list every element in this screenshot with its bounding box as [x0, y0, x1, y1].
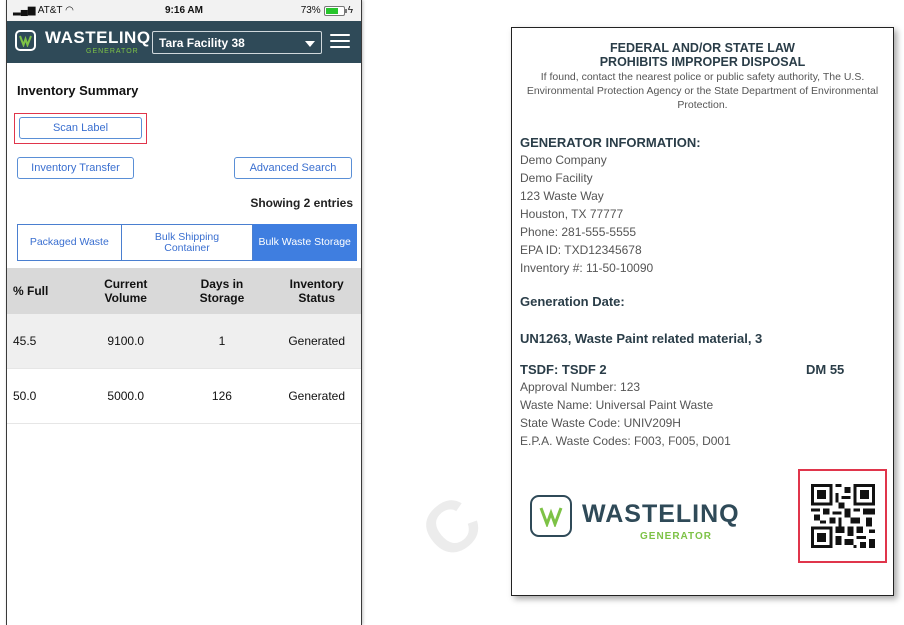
tab-packaged-waste[interactable]: Packaged Waste [17, 224, 122, 261]
inventory-transfer-button[interactable]: Inventory Transfer [17, 157, 134, 179]
status-bar: ▂▄▆ AT&T ◠ 9:16 AM 73% ϟ [7, 0, 361, 21]
column-header[interactable]: % Full [7, 268, 80, 314]
law-notice: If found, contact the nearest police or … [526, 71, 879, 111]
generator-info-heading: GENERATOR INFORMATION: [520, 135, 701, 150]
approval-number: Approval Number: 123 [520, 380, 641, 394]
epa-id: EPA ID: TXD12345678 [520, 243, 642, 257]
column-header[interactable]: Days in Storage [171, 268, 273, 314]
un-description: UN1263, Waste Paint related material, 3 [520, 331, 763, 346]
page-title: Inventory Summary [17, 83, 139, 98]
qr-code-icon [811, 484, 875, 548]
column-header[interactable]: Inventory Status [272, 268, 361, 314]
table-header-row: % Full Current Volume Days in Storage In… [7, 268, 361, 314]
wastelinq-logo-icon [530, 495, 572, 537]
label-brand-subtitle: GENERATOR [640, 531, 712, 542]
facility-select-value: Tara Facility 38 [159, 36, 245, 50]
generation-date: Generation Date: [520, 294, 625, 309]
phone-screen: ▂▄▆ AT&T ◠ 9:16 AM 73% ϟ WASTELINQ GENER… [6, 0, 362, 625]
charging-icon: ϟ [347, 5, 353, 16]
table-cell: 5000.0 [80, 368, 172, 424]
chevron-down-icon [305, 41, 315, 47]
tab-bulk-shipping-container[interactable]: Bulk Shipping Container [121, 224, 254, 261]
phone-number: Phone: 281-555-5555 [520, 225, 637, 239]
law-heading-line2: PROHIBITS IMPROPER DISPOSAL [599, 55, 806, 69]
inventory-table: % Full Current Volume Days in Storage In… [7, 268, 361, 424]
facility-select[interactable]: Tara Facility 38 [152, 31, 322, 54]
app-header: WASTELINQ GENERATOR Tara Facility 38 [7, 21, 361, 63]
tab-bulk-waste-storage[interactable]: Bulk Waste Storage [253, 224, 358, 261]
wastelinq-logo-icon [15, 30, 36, 51]
table-cell: 126 [171, 368, 273, 424]
waste-name: Waste Name: Universal Paint Waste [520, 398, 714, 412]
facility-name: Demo Facility [520, 171, 593, 185]
watermark: C [406, 476, 502, 576]
battery-icon [323, 5, 347, 16]
table-cell: Generated [272, 368, 361, 424]
street-address: 123 Waste Way [520, 189, 604, 203]
company-name: Demo Company [520, 153, 607, 167]
state-waste-code: State Waste Code: UNIV209H [520, 416, 681, 430]
battery-status: 73% ϟ [300, 5, 353, 16]
tsdf-name: TSDF: TSDF 2 [520, 362, 607, 377]
inventory-number: Inventory #: 11-50-10090 [520, 261, 654, 275]
label-brand-name: WASTELINQ [582, 500, 740, 528]
container-type: DM 55 [806, 362, 845, 377]
qr-code-highlight [798, 469, 887, 563]
advanced-search-button[interactable]: Advanced Search [234, 157, 352, 179]
menu-icon[interactable] [330, 34, 350, 49]
brand-name: WASTELINQ [45, 28, 151, 47]
table-row[interactable]: 50.0 5000.0 126 Generated [7, 368, 361, 424]
law-heading-line1: FEDERAL AND/OR STATE LAW [610, 41, 795, 55]
waste-label: FEDERAL AND/OR STATE LAW PROHIBITS IMPRO… [511, 27, 894, 596]
epa-waste-codes: E.P.A. Waste Codes: F003, F005, D001 [520, 434, 731, 448]
scan-label-button[interactable]: Scan Label [19, 117, 142, 139]
storage-tabs: Packaged Waste Bulk Shipping Container B… [17, 224, 358, 261]
table-cell: 50.0 [7, 368, 80, 424]
table-cell: Generated [272, 314, 361, 369]
table-cell: 45.5 [7, 314, 80, 369]
table-row[interactable]: 45.5 9100.0 1 Generated [7, 314, 361, 369]
city-state-zip: Houston, TX 77777 [520, 207, 624, 221]
table-cell: 9100.0 [80, 314, 172, 369]
brand-subtitle: GENERATOR [86, 48, 139, 55]
table-cell: 1 [171, 314, 273, 369]
entries-count: Showing 2 entries [250, 196, 353, 210]
column-header[interactable]: Current Volume [80, 268, 172, 314]
